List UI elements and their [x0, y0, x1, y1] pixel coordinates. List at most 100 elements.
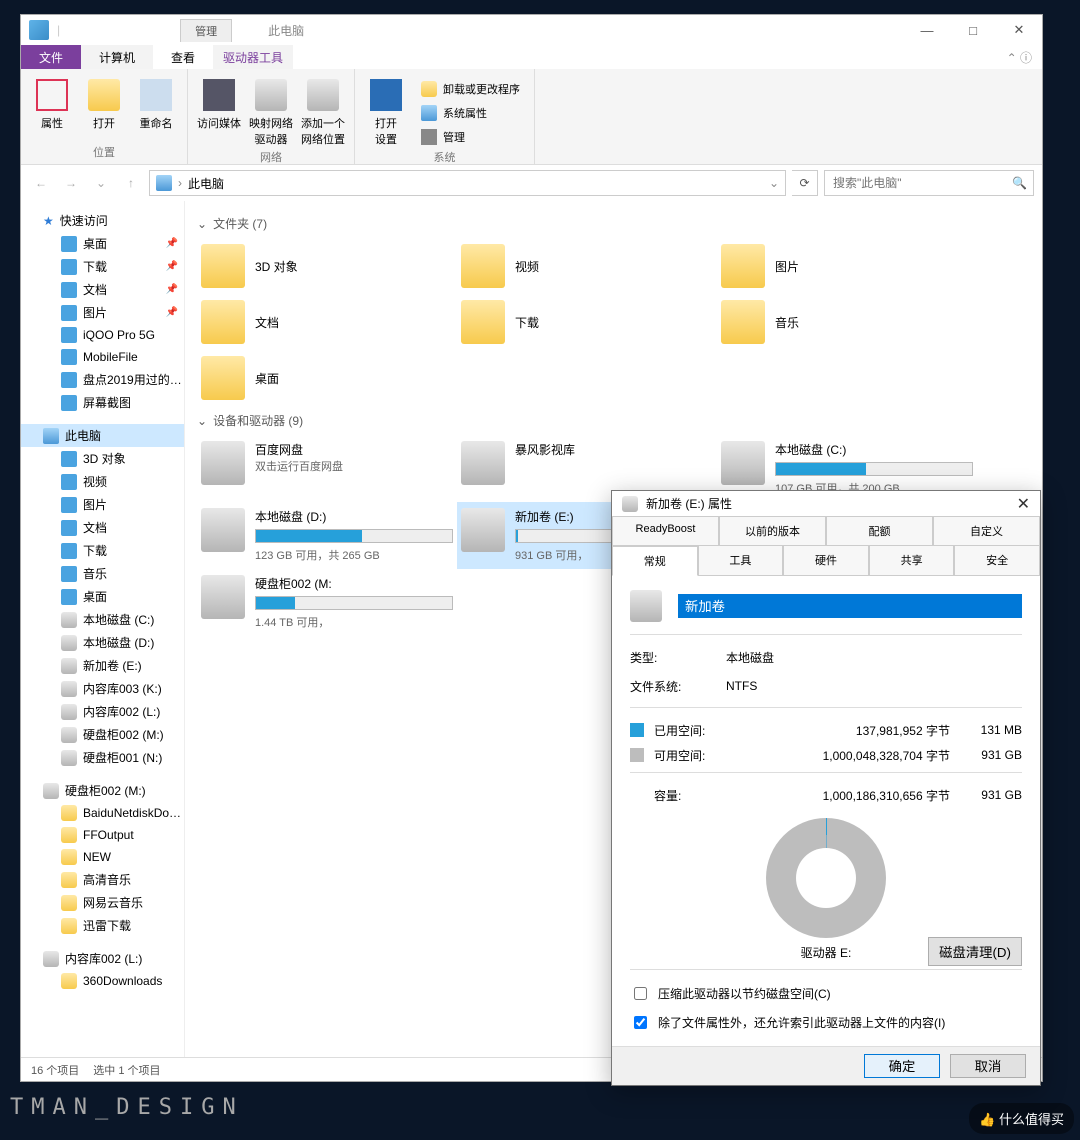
prop-tab[interactable]: 工具 — [698, 545, 784, 575]
prop-tab[interactable]: 共享 — [869, 545, 955, 575]
btn-rename[interactable]: 重命名 — [133, 73, 179, 142]
sidebar-item[interactable]: 硬盘柜001 (N:) — [21, 746, 184, 769]
sidebar-this-pc[interactable]: 此电脑 — [21, 424, 184, 447]
folder-item[interactable]: 3D 对象 — [197, 238, 457, 294]
folder-item[interactable]: 图片 — [717, 238, 977, 294]
sidebar-item[interactable]: 图片📌 — [21, 301, 184, 324]
nav-history-icon[interactable]: ⌄ — [89, 171, 113, 195]
sidebar-item[interactable]: iQOO Pro 5G — [21, 324, 184, 346]
folder-icon — [61, 520, 77, 536]
sidebar-item[interactable]: 下载📌 — [21, 255, 184, 278]
sidebar-item[interactable]: 内容库003 (K:) — [21, 677, 184, 700]
tab-computer[interactable]: 计算机 — [81, 45, 153, 69]
close-button[interactable]: ✕ — [996, 15, 1042, 45]
tab-view[interactable]: 查看 — [153, 45, 213, 69]
sidebar-item[interactable]: 360Downloads — [21, 970, 184, 992]
sidebar-item[interactable]: 内容库002 (L:) — [21, 700, 184, 723]
ok-button[interactable]: 确定 — [864, 1054, 940, 1078]
folder-item[interactable]: 桌面 — [197, 350, 457, 406]
btn-sysprop[interactable]: 系统属性 — [415, 103, 526, 123]
maximize-button[interactable]: □ — [950, 15, 996, 45]
prop-tab[interactable]: 配额 — [826, 516, 933, 545]
btn-open[interactable]: 打开 — [81, 73, 127, 142]
sidebar-quick-access[interactable]: ★快速访问 — [21, 209, 184, 232]
sidebar[interactable]: ★快速访问 桌面📌下载📌文档📌图片📌iQOO Pro 5GMobileFile盘… — [21, 201, 185, 1057]
dialog-close-icon[interactable]: ✕ — [1017, 494, 1030, 514]
minimize-button[interactable]: — — [904, 15, 950, 45]
sidebar-item[interactable]: 文档 — [21, 516, 184, 539]
sidebar-item[interactable]: 本地磁盘 (D:) — [21, 631, 184, 654]
prop-tab[interactable]: 常规 — [612, 546, 698, 576]
folder-item[interactable]: 下载 — [457, 294, 717, 350]
sidebar-item[interactable]: 盘点2019用过的… — [21, 368, 184, 391]
btn-uninstall[interactable]: 卸载或更改程序 — [415, 79, 526, 99]
drive-item[interactable]: 本地磁盘 (D:)123 GB 可用，共 265 GB — [197, 502, 457, 569]
sidebar-item[interactable]: 新加卷 (E:) — [21, 654, 184, 677]
btn-properties[interactable]: 属性 — [29, 73, 75, 142]
btn-manage[interactable]: 管理 — [415, 127, 526, 147]
sidebar-item[interactable]: 迅雷下载 — [21, 914, 184, 937]
refresh-icon[interactable]: ⟳ — [792, 170, 818, 196]
sidebar-item[interactable]: 网易云音乐 — [21, 891, 184, 914]
status-selection: 选中 1 个项目 — [93, 1062, 160, 1078]
drive-item[interactable]: 硬盘柜002 (M:1.44 TB 可用， — [197, 569, 457, 636]
sidebar-item[interactable]: 文档📌 — [21, 278, 184, 301]
btn-map-drive[interactable]: 映射网络 驱动器 — [248, 73, 294, 147]
sidebar-item[interactable]: BaiduNetdiskDo… — [21, 802, 184, 824]
prop-tab[interactable]: 以前的版本 — [719, 516, 826, 545]
search-input[interactable]: 🔍 — [824, 170, 1034, 196]
sidebar-item[interactable]: 图片 — [21, 493, 184, 516]
prop-tab[interactable]: ReadyBoost — [612, 516, 719, 545]
sidebar-item[interactable]: FFOutput — [21, 824, 184, 846]
sidebar-item[interactable]: 高清音乐 — [21, 868, 184, 891]
sidebar-item[interactable]: 3D 对象 — [21, 447, 184, 470]
sidebar-item[interactable]: 桌面📌 — [21, 232, 184, 255]
sidebar-item[interactable]: 下载 — [21, 539, 184, 562]
free-swatch — [630, 748, 644, 762]
nav-back-icon[interactable]: ← — [29, 171, 53, 195]
btn-add-netloc[interactable]: 添加一个 网络位置 — [300, 73, 346, 147]
folder-item[interactable]: 视频 — [457, 238, 717, 294]
sidebar-drive-m[interactable]: 硬盘柜002 (M:) — [21, 779, 184, 802]
sidebar-item[interactable]: 视频 — [21, 470, 184, 493]
tab-file[interactable]: 文件 — [21, 45, 81, 69]
prop-tab[interactable]: 硬件 — [783, 545, 869, 575]
search-field[interactable] — [831, 175, 1012, 191]
status-count: 16 个项目 — [31, 1062, 79, 1078]
chevron-down-icon[interactable]: ⌄ — [769, 176, 779, 190]
sidebar-item[interactable]: NEW — [21, 846, 184, 868]
section-drives[interactable]: ⌄设备和驱动器 (9) — [197, 406, 1030, 435]
folder-item[interactable]: 文档 — [197, 294, 457, 350]
nav-fwd-icon[interactable]: → — [59, 171, 83, 195]
dialog-titlebar[interactable]: 新加卷 (E:) 属性 ✕ — [612, 491, 1040, 517]
folder-item[interactable]: 音乐 — [717, 294, 977, 350]
tab-drive-tools[interactable]: 驱动器工具 — [213, 45, 293, 69]
section-folders[interactable]: ⌄文件夹 (7) — [197, 209, 1030, 238]
sidebar-item[interactable]: 屏幕截图 — [21, 391, 184, 414]
prop-tab[interactable]: 安全 — [954, 545, 1040, 575]
breadcrumb-item[interactable]: 此电脑 — [188, 175, 224, 192]
context-tab[interactable]: 管理 — [180, 19, 232, 42]
folder-icon — [61, 259, 77, 275]
search-icon[interactable]: 🔍 — [1012, 176, 1027, 190]
titlebar[interactable]: | 管理 此电脑 — □ ✕ — [21, 15, 1042, 45]
free-label: 可用空间: — [654, 747, 724, 764]
drive-item[interactable]: 百度网盘双击运行百度网盘 — [197, 435, 457, 502]
btn-open-settings[interactable]: 打开 设置 — [363, 73, 409, 147]
disk-cleanup-button[interactable]: 磁盘清理(D) — [928, 937, 1022, 966]
sidebar-item[interactable]: 音乐 — [21, 562, 184, 585]
compress-checkbox[interactable]: 压缩此驱动器以节约磁盘空间(C) — [630, 984, 1022, 1003]
btn-media[interactable]: 访问媒体 — [196, 73, 242, 147]
prop-tab[interactable]: 自定义 — [933, 516, 1040, 545]
volume-name-input[interactable] — [678, 594, 1022, 618]
cancel-button[interactable]: 取消 — [950, 1054, 1026, 1078]
index-checkbox[interactable]: 除了文件属性外，还允许索引此驱动器上文件的内容(I) — [630, 1013, 1022, 1032]
sidebar-item[interactable]: MobileFile — [21, 346, 184, 368]
ribbon-collapse-icon[interactable]: ⌃ ⓘ — [997, 45, 1042, 69]
address-input[interactable]: › 此电脑 ⌄ — [149, 170, 786, 196]
sidebar-item[interactable]: 本地磁盘 (C:) — [21, 608, 184, 631]
sidebar-item[interactable]: 桌面 — [21, 585, 184, 608]
sidebar-item[interactable]: 硬盘柜002 (M:) — [21, 723, 184, 746]
nav-up-icon[interactable]: ↑ — [119, 171, 143, 195]
sidebar-drive-l[interactable]: 内容库002 (L:) — [21, 947, 184, 970]
